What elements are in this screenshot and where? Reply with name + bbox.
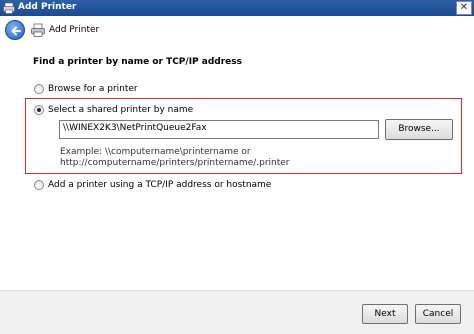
- next-button[interactable]: Next: [362, 304, 408, 324]
- radio-shared-label[interactable]: Select a shared printer by name: [48, 105, 193, 115]
- back-arrow-icon: [11, 26, 21, 36]
- browse-button[interactable]: Browse...: [385, 119, 453, 140]
- wizard-content: Find a printer by name or TCP/IP address…: [0, 44, 474, 290]
- radio-shared-printer[interactable]: [34, 105, 44, 115]
- example-text: Example: \\computername\printername or h…: [60, 147, 290, 169]
- title-bar: Add Printer ✕: [0, 0, 474, 16]
- wizard-footer: Next Cancel: [0, 290, 474, 334]
- wizard-header: Add Printer: [0, 16, 474, 44]
- example-line-1: Example: \\computername\printername or: [60, 147, 251, 157]
- radio-browse-label[interactable]: Browse for a printer: [48, 84, 138, 94]
- wizard-title: Add Printer: [49, 25, 100, 35]
- close-icon[interactable]: ✕: [456, 1, 472, 15]
- window-title: Add Printer: [18, 2, 77, 12]
- radio-tcpip[interactable]: [34, 180, 44, 190]
- shared-printer-input[interactable]: \\WINEX2K3\NetPrintQueue2Fax: [59, 120, 379, 139]
- window-printer-icon: [3, 2, 15, 14]
- printer-icon: [31, 23, 45, 37]
- back-button[interactable]: [5, 20, 25, 40]
- radio-tcpip-label[interactable]: Add a printer using a TCP/IP address or …: [48, 180, 271, 190]
- radio-browse-printer[interactable]: [34, 84, 44, 94]
- example-line-2: http://computername/printers/printername…: [60, 158, 290, 168]
- page-heading: Find a printer by name or TCP/IP address: [33, 57, 242, 67]
- cancel-button[interactable]: Cancel: [415, 304, 461, 324]
